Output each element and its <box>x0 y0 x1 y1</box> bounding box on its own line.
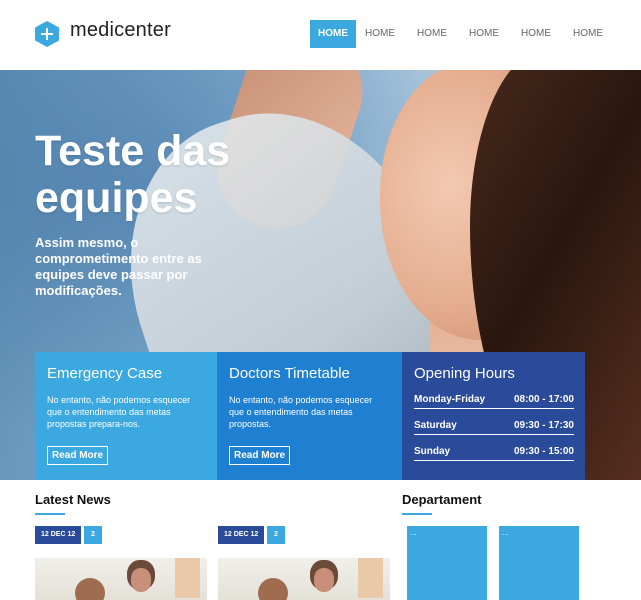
hero-title: Teste das equipes <box>35 127 231 222</box>
comment-count-badge[interactable]: 2 <box>267 526 285 544</box>
hours-row: Sunday 09:30 - 15:00 <box>414 446 574 461</box>
thumbnail-person <box>258 578 288 600</box>
hours-day: Sunday <box>414 446 451 457</box>
read-more-button[interactable]: Read More <box>229 446 291 465</box>
department-tile[interactable]: ... <box>407 526 487 600</box>
nav-item-home[interactable]: HOME <box>356 20 404 48</box>
site-header: medicenter HOME HOME HOME HOME HOME HOME <box>0 0 641 70</box>
doctors-timetable-box: Doctors Timetable No entanto, não podemo… <box>217 352 402 480</box>
opening-hours-box: Opening Hours Monday-Friday 08:00 - 17:0… <box>402 352 585 480</box>
box-title: Emergency Case <box>47 365 163 382</box>
thumbnail-person <box>75 578 105 600</box>
date-badge: 12 DEC 12 <box>218 526 265 544</box>
box-title: Opening Hours <box>414 365 515 382</box>
hours-row: Monday-Friday 08:00 - 17:00 <box>414 394 574 409</box>
emergency-case-box: Emergency Case No entanto, não podemos e… <box>35 352 217 480</box>
nav-item-home[interactable]: HOME <box>408 20 456 48</box>
hours-day: Monday-Friday <box>414 394 486 405</box>
main-nav: HOME HOME HOME HOME HOME HOME <box>310 20 616 48</box>
logo-icon[interactable] <box>35 21 59 47</box>
box-text: No entanto, não podemos esquecer que o e… <box>229 395 373 429</box>
hero-subtitle: Assim mesmo, o comprometimento entre as … <box>35 235 202 298</box>
thumbnail-poster <box>175 558 200 598</box>
thumbnail-doctor-face <box>314 568 334 592</box>
hours-time: 08:00 - 17:00 <box>513 394 574 405</box>
department-title: Departament <box>402 492 482 507</box>
nav-item-home[interactable]: HOME <box>512 20 560 48</box>
nav-item-home[interactable]: HOME <box>460 20 508 48</box>
latest-news-title: Latest News <box>35 492 111 507</box>
department-tile[interactable]: ... <box>499 526 579 600</box>
nav-item-home[interactable]: HOME <box>564 20 612 48</box>
brand-name[interactable]: medicenter <box>70 19 171 42</box>
read-more-button[interactable]: Read More <box>47 446 109 465</box>
hours-day: Saturday <box>414 420 457 431</box>
thumbnail-doctor-face <box>131 568 151 592</box>
comment-count-badge[interactable]: 2 <box>84 526 102 544</box>
hours-row: Saturday 09:30 - 17:30 <box>414 420 574 435</box>
hours-time: 09:30 - 15:00 <box>513 446 574 457</box>
thumbnail-poster <box>358 558 383 598</box>
section-underline <box>35 513 65 515</box>
news-thumbnail[interactable] <box>218 558 390 600</box>
box-text: No entanto, não podemos esquecer que o e… <box>47 395 191 429</box>
date-badge: 12 DEC 12 <box>35 526 82 544</box>
nav-item-home-active[interactable]: HOME <box>310 20 356 48</box>
news-thumbnail[interactable] <box>35 558 207 600</box>
box-title: Doctors Timetable <box>229 365 350 382</box>
news-item[interactable]: 12 DEC 12 2 <box>218 526 390 600</box>
section-underline <box>402 513 432 515</box>
hours-time: 09:30 - 17:30 <box>513 420 574 431</box>
news-item[interactable]: 12 DEC 12 2 <box>35 526 207 600</box>
